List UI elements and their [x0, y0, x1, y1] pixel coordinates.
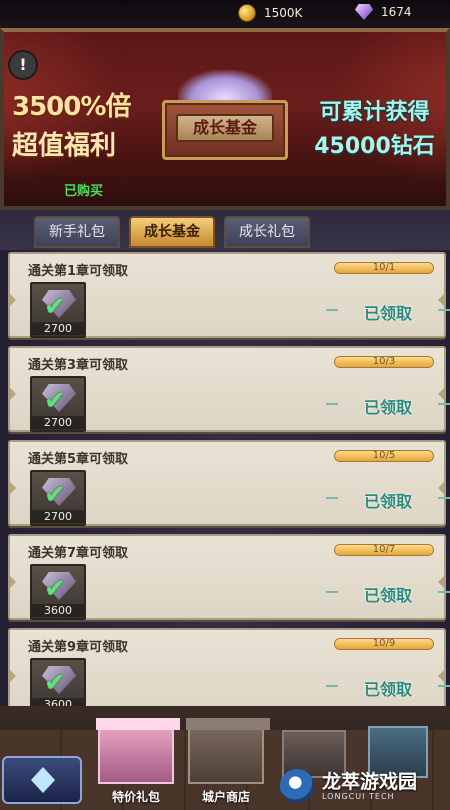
progress-text: 10/1 — [372, 262, 396, 273]
claimed-label: 已领取 — [326, 676, 450, 699]
promo-diamonds: 45000钻石 — [314, 134, 435, 159]
reward-row: 通关第7章可领取 10/7 ✔ 3600 已领取 — [8, 534, 450, 620]
shop-roof — [96, 718, 180, 730]
promo-accumulate: 可累计获得 — [319, 100, 430, 125]
claimed-label: 已领取 — [326, 300, 450, 323]
reward-row: 通关第9章可领取 10/9 ✔ 3600 已领取 — [8, 628, 450, 714]
reward-row: 通关第5章可领取 10/5 ✔ 2700 已领取 — [8, 440, 450, 526]
check-icon: ✔ — [44, 574, 66, 604]
treasure-chest: 成长基金 — [162, 70, 288, 160]
arrow-left-icon — [10, 482, 16, 494]
reward-title: 通关第5章可领取 — [28, 452, 129, 467]
reward-amount: 3600 — [32, 604, 84, 617]
check-icon: ✔ — [44, 480, 66, 510]
arrow-left-icon — [10, 294, 16, 306]
reward-item[interactable]: ✔ 3600 — [30, 564, 86, 620]
reward-progress: 10/1 — [334, 262, 434, 274]
promo-percent: 3500%倍 — [12, 92, 131, 122]
reward-item[interactable]: ✔ 2700 — [30, 470, 86, 526]
claimed-label: 已领取 — [326, 582, 450, 605]
main-menu-button[interactable] — [2, 756, 82, 804]
shop-label-special-pack: 特价礼包 — [111, 790, 160, 804]
reward-progress: 10/5 — [334, 450, 434, 462]
progress-text: 10/7 — [372, 544, 396, 555]
reward-item[interactable]: ✔ 2700 — [30, 282, 86, 338]
tab-newbie-pack[interactable]: 新手礼包 — [34, 216, 120, 248]
diamond-counter: 1674 — [355, 4, 412, 20]
arrow-left-icon — [10, 388, 16, 400]
reward-amount: 2700 — [32, 416, 84, 429]
progress-text: 10/5 — [372, 450, 396, 461]
gold-counter: 1500K — [238, 4, 302, 22]
shop-label-castle-store: 城户商店 — [201, 790, 250, 804]
check-icon: ✔ — [44, 668, 66, 698]
reward-progress: 10/3 — [334, 356, 434, 368]
reward-progress: 10/7 — [334, 544, 434, 556]
gold-amount: 1500K — [264, 6, 303, 20]
purchased-status: 已购买 — [64, 184, 104, 199]
reward-title: 通关第3章可领取 — [28, 358, 129, 373]
shop-roof — [186, 718, 270, 730]
reward-progress: 10/9 — [334, 638, 434, 650]
arrow-left-icon — [10, 576, 16, 588]
chest-label: 成长基金 — [176, 114, 274, 142]
diamond-amount: 1674 — [381, 5, 412, 19]
progress-text: 10/9 — [372, 638, 396, 649]
claimed-label: 已领取 — [326, 488, 450, 511]
coin-icon — [238, 4, 256, 22]
shop-castle-store[interactable] — [186, 718, 270, 784]
tab-growth-fund[interactable]: 成长基金 — [129, 216, 215, 248]
reward-row: 通关第1章可领取 10/1 ✔ 2700 已领取 — [8, 252, 450, 338]
watermark: 龙萃游戏园 LONGCUI TECH — [280, 766, 446, 806]
reward-title: 通关第1章可领取 — [28, 264, 129, 279]
arrow-right-icon — [438, 670, 444, 682]
check-icon: ✔ — [44, 292, 66, 322]
reward-title: 通关第7章可领取 — [28, 546, 129, 561]
warning-icon[interactable]: ! — [8, 50, 38, 80]
reward-title: 通关第9章可领取 — [28, 640, 129, 655]
check-icon: ✔ — [44, 386, 66, 416]
promo-left: 3500%倍 超值福利 — [12, 86, 152, 162]
watermark-text: 龙萃游戏园 LONGCUI TECH — [322, 772, 417, 801]
arrow-right-icon — [438, 482, 444, 494]
arrow-right-icon — [438, 576, 444, 588]
watermark-logo-icon — [280, 769, 314, 803]
arrow-right-icon — [438, 388, 444, 400]
progress-text: 10/3 — [372, 356, 396, 367]
menu-icon — [31, 767, 55, 793]
reward-amount: 2700 — [32, 322, 84, 335]
claimed-label: 已领取 — [326, 394, 450, 417]
promo-right: 可累计获得 45000钻石 — [302, 94, 447, 160]
reward-item[interactable]: ✔ 2700 — [30, 376, 86, 432]
arrow-left-icon — [10, 670, 16, 682]
diamond-icon — [355, 4, 373, 20]
watermark-title: 龙萃游戏园 — [322, 770, 418, 793]
reward-amount: 2700 — [32, 510, 84, 523]
shop-special-pack[interactable] — [96, 718, 180, 784]
tab-growth-pack[interactable]: 成长礼包 — [224, 216, 310, 248]
arrow-right-icon — [438, 294, 444, 306]
promo-value: 超值福利 — [12, 131, 117, 161]
reward-row: 通关第3章可领取 10/3 ✔ 2700 已领取 — [8, 346, 450, 432]
